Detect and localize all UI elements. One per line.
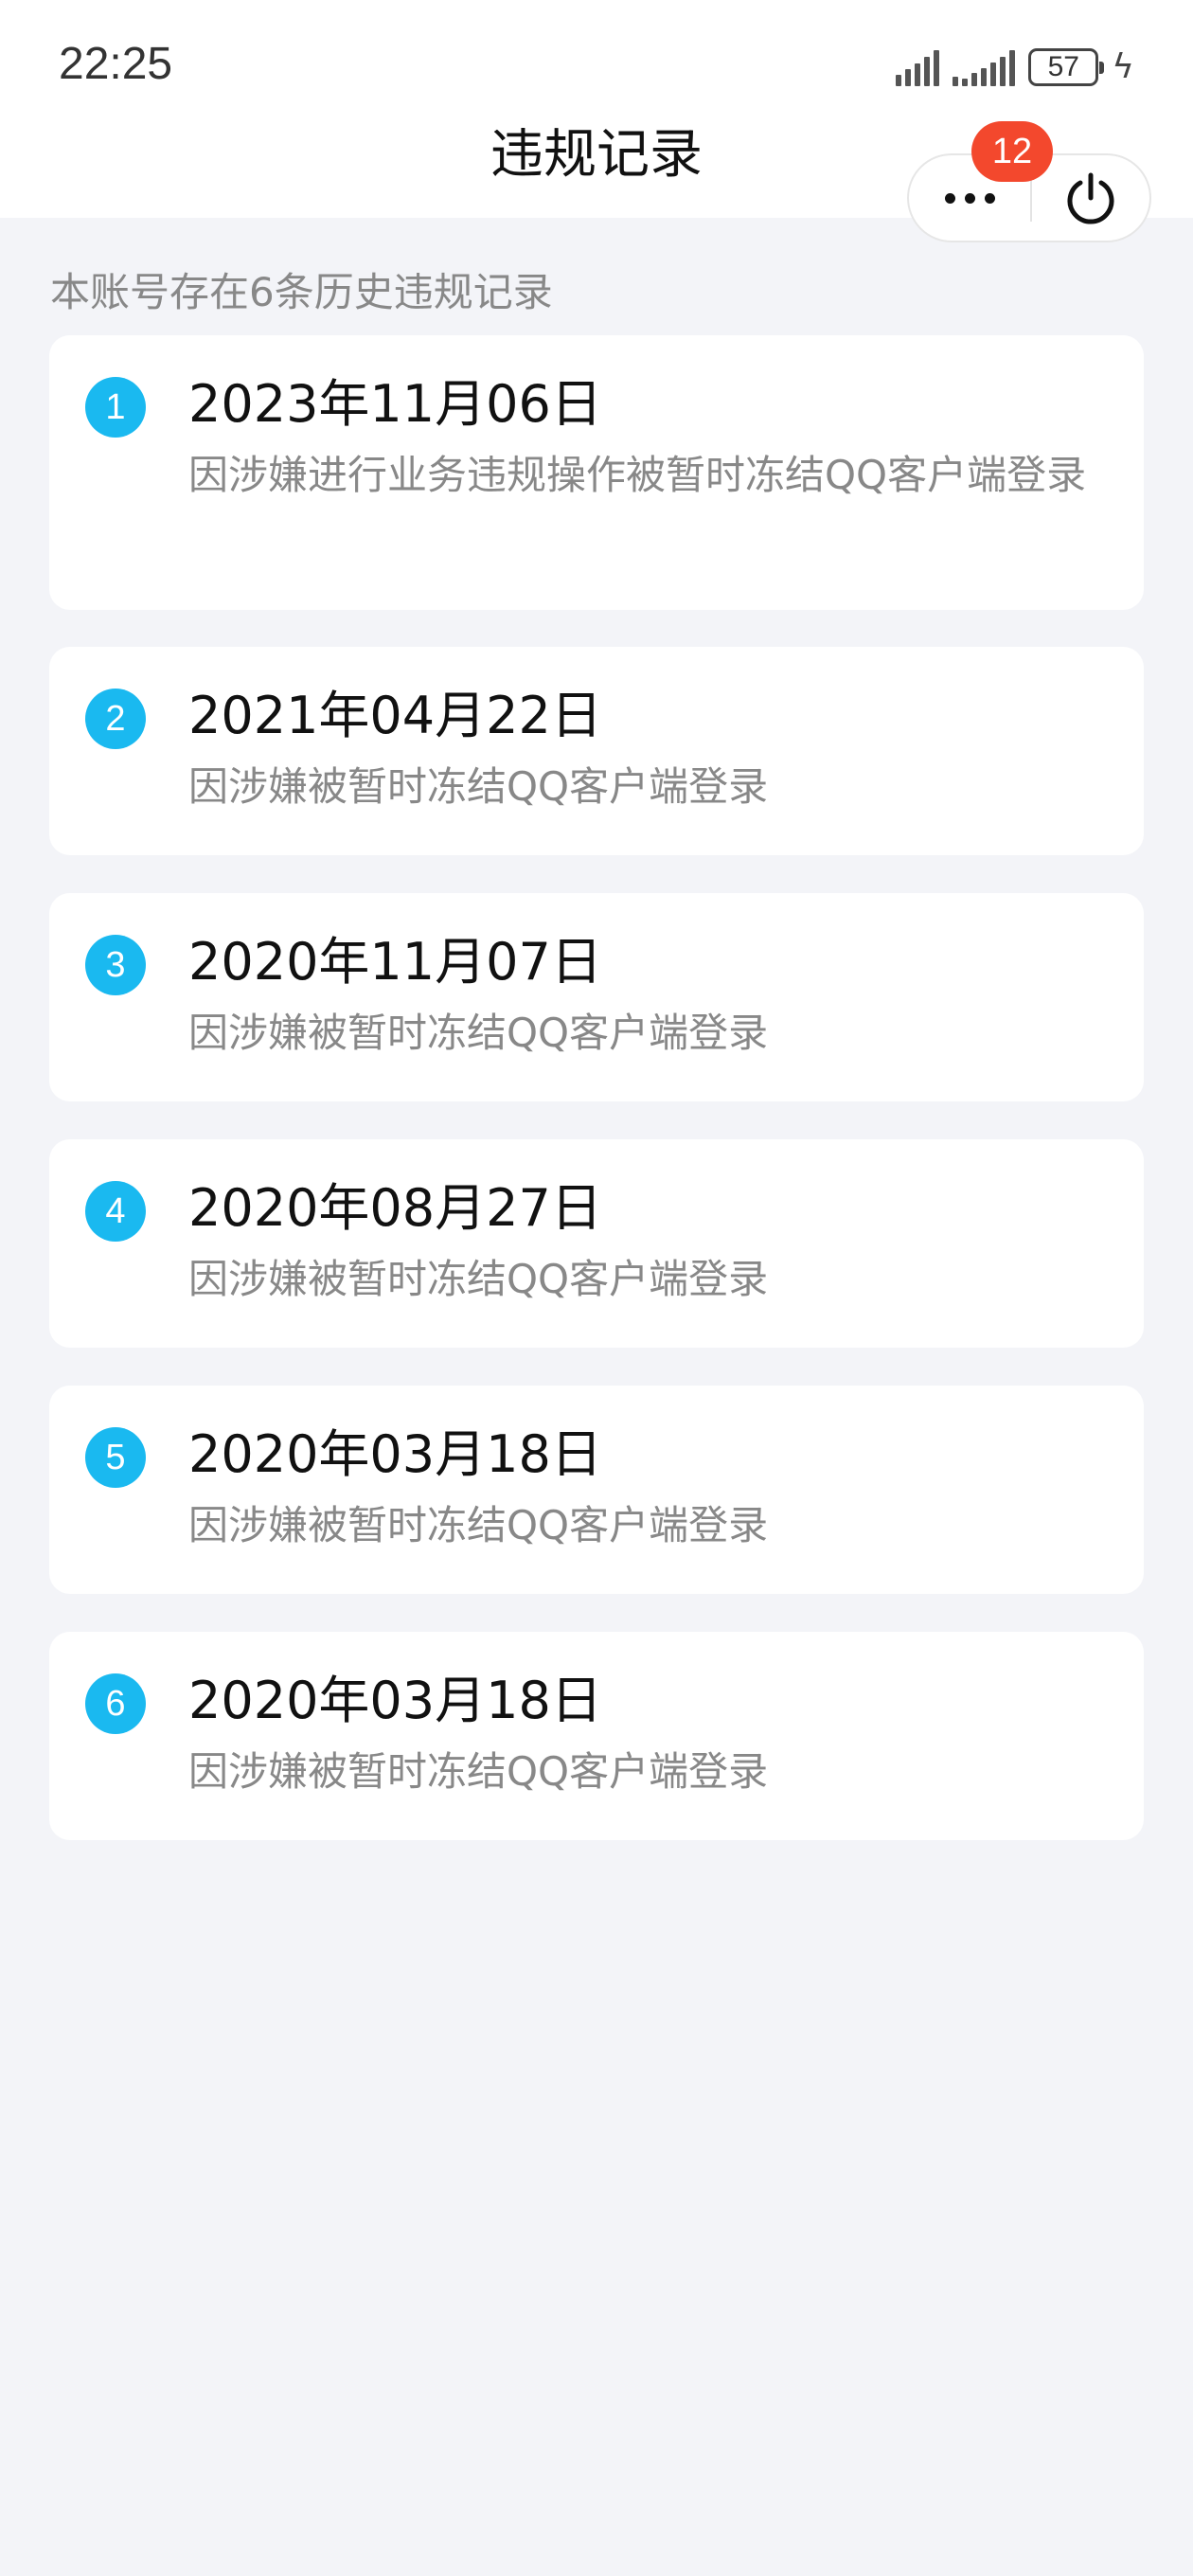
status-icons: 57 ϟ [896, 44, 1134, 91]
more-dot-icon [964, 192, 975, 204]
more-dot-icon [984, 192, 995, 204]
record-card: 4 2020年08月27日 因涉嫌被暂时冻结QQ客户端登录 [49, 1139, 1144, 1348]
more-dot-icon [944, 192, 955, 204]
record-card: 3 2020年11月07日 因涉嫌被暂时冻结QQ客户端登录 [49, 893, 1144, 1101]
record-card: 2 2021年04月22日 因涉嫌被暂时冻结QQ客户端登录 [49, 647, 1144, 855]
record-date: 2020年03月18日 [188, 1424, 602, 1484]
signal-icon-secondary [953, 48, 1016, 86]
record-reason: 因涉嫌被暂时冻结QQ客户端登录 [188, 1010, 769, 1056]
record-date: 2020年03月18日 [188, 1671, 602, 1730]
notification-badge: 12 [971, 121, 1053, 182]
record-index-badge: 2 [85, 689, 146, 749]
record-reason: 因涉嫌被暂时冻结QQ客户端登录 [188, 1502, 769, 1548]
record-reason: 因涉嫌被暂时冻结QQ客户端登录 [188, 1748, 769, 1795]
record-index-badge: 3 [85, 935, 146, 995]
record-date: 2023年11月06日 [188, 374, 602, 434]
signal-icon [896, 48, 940, 86]
power-icon [1067, 172, 1114, 224]
charging-icon: ϟ [1112, 47, 1134, 86]
record-index-badge: 5 [85, 1427, 146, 1488]
record-summary: 本账号存在6条历史违规记录 [50, 269, 553, 315]
record-card: 6 2020年03月18日 因涉嫌被暂时冻结QQ客户端登录 [49, 1632, 1144, 1840]
record-date: 2020年08月27日 [188, 1178, 602, 1238]
record-index-badge: 1 [85, 377, 146, 438]
record-card: 5 2020年03月18日 因涉嫌被暂时冻结QQ客户端登录 [49, 1386, 1144, 1594]
close-button[interactable] [1032, 155, 1149, 241]
record-reason: 因涉嫌进行业务违规操作被暂时冻结QQ客户端登录 [188, 452, 1087, 498]
record-card: 1 2023年11月06日 因涉嫌进行业务违规操作被暂时冻结QQ客户端登录 [49, 335, 1144, 610]
record-index-badge: 6 [85, 1673, 146, 1734]
record-date: 2021年04月22日 [188, 686, 602, 745]
record-reason: 因涉嫌被暂时冻结QQ客户端登录 [188, 763, 769, 810]
record-index-badge: 4 [85, 1181, 146, 1242]
battery-icon: 57 [1028, 48, 1105, 86]
record-reason: 因涉嫌被暂时冻结QQ客户端登录 [188, 1256, 769, 1302]
status-time: 22:25 [59, 39, 173, 89]
record-date: 2020年11月07日 [188, 932, 602, 992]
